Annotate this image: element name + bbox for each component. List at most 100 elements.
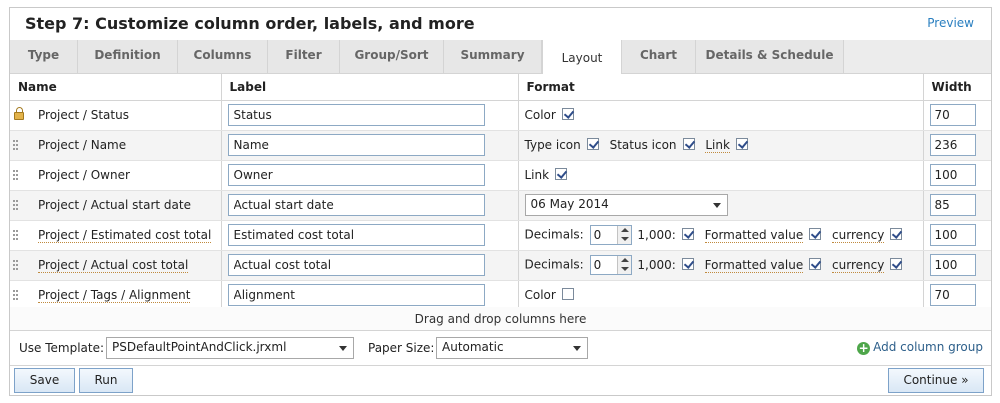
table-row[interactable]: Project / Actual cost total Decimals: 0 … [10,250,991,281]
thousands-label: 1,000: [637,257,676,272]
drag-handle-icon[interactable] [13,259,19,272]
width-input[interactable] [929,194,976,216]
page-title: Step 7: Customize column order, labels, … [25,14,475,33]
row-label-cell [221,280,519,311]
drag-handle-icon[interactable] [13,289,19,302]
label-input[interactable] [227,284,485,306]
table-row[interactable]: Project / Tags / Alignment Color [10,280,991,311]
tab-details-schedule[interactable]: Details & Schedule [696,40,844,73]
tab-columns[interactable]: Columns [178,40,268,73]
type-icon-checkbox[interactable] [586,138,599,150]
row-label-cell [221,100,519,131]
row-name-cell: Project / Owner [10,160,222,191]
row-name: Project / Estimated cost total [38,228,212,243]
drag-handle-icon[interactable] [13,139,19,152]
table-row[interactable]: Project / Owner Link [10,160,991,191]
tab-filter[interactable]: Filter [268,40,340,73]
width-input[interactable] [929,254,976,276]
currency-checkbox[interactable] [890,227,903,240]
width-input[interactable] [929,104,976,126]
add-circle-icon: + [857,341,871,355]
row-name-cell: Project / Tags / Alignment [10,280,222,311]
row-label-cell [221,250,519,281]
thousands-checkbox[interactable] [681,257,694,270]
link-label: Link [524,168,550,182]
decimals-value: 0 [593,258,602,272]
currency-checkbox[interactable] [890,257,903,270]
column-header-name: Name [10,74,222,101]
tab-type[interactable]: Type [10,40,78,73]
formatted-value-checkbox[interactable] [809,227,822,240]
thousands-label: 1,000: [637,227,676,242]
dropdown-arrow-icon [339,346,347,351]
label-input[interactable] [227,104,485,126]
date-format-select[interactable]: 06 May 2014 [524,194,728,216]
label-input[interactable] [227,164,485,186]
table-row[interactable]: Project / Estimated cost total Decimals:… [10,220,991,251]
row-format-cell: Decimals: 0 1,000: Formatted value curre… [518,220,924,251]
color-checkbox[interactable] [561,108,574,120]
template-label: Use Template: [19,341,105,355]
paper-size-select[interactable]: Automatic [436,337,588,359]
thousands-checkbox[interactable] [681,227,694,240]
tab-definition[interactable]: Definition [78,40,178,73]
template-select[interactable]: PSDefaultPointAndClick.jrxml [106,337,354,359]
preview-link[interactable]: Preview [927,16,974,30]
spinner-arrows-icon[interactable] [616,256,631,274]
wizard-panel: Step 7: Customize column order, labels, … [9,7,992,396]
formatted-value-checkbox[interactable] [809,257,822,270]
lock-icon [14,106,24,120]
label-input[interactable] [227,224,485,246]
column-drop-zone[interactable]: Drag and drop columns here [10,307,991,331]
decimals-stepper[interactable]: 0 [589,225,632,245]
label-input[interactable] [227,134,485,156]
add-column-group-button[interactable]: + Add column group [857,340,983,355]
decimals-stepper[interactable]: 0 [589,255,632,275]
continue-button[interactable]: Continue » [888,368,984,393]
tab-summary[interactable]: Summary [444,40,542,73]
row-width-cell [923,220,991,251]
status-icon-checkbox[interactable] [682,138,695,150]
width-input[interactable] [929,134,976,156]
color-checkbox[interactable] [561,288,574,300]
row-label-cell [221,130,519,161]
row-label-cell [221,190,519,221]
row-format-cell: Link [518,160,924,191]
tab-group-sort[interactable]: Group/Sort [340,40,444,73]
button-bar: Save Run Continue » [10,366,991,396]
link-label: Link [705,138,730,153]
decimals-value: 0 [593,228,602,242]
color-label: Color [524,288,556,302]
link-checkbox[interactable] [735,138,748,150]
drag-handle-icon[interactable] [13,169,19,182]
drag-handle-icon[interactable] [13,229,19,242]
row-width-cell [923,190,991,221]
dropdown-arrow-icon [712,203,721,208]
row-width-cell [923,160,991,191]
label-input[interactable] [227,194,485,216]
table-header-row: Name Label Format Width [10,74,991,101]
color-label: Color [524,108,556,122]
table-row[interactable]: Project / Actual start date 06 May 2014 [10,190,991,221]
drag-handle-icon[interactable] [13,199,19,212]
link-checkbox[interactable] [555,168,568,180]
table-row[interactable]: Project / Name Type icon Status icon Lin… [10,130,991,161]
row-format-cell: Decimals: 0 1,000: Formatted value curre… [518,250,924,281]
width-input[interactable] [929,224,976,246]
row-format-cell: Color [518,100,924,131]
row-width-cell [923,130,991,161]
currency-label: currency [832,257,885,273]
row-width-cell [923,280,991,311]
row-name: Project / Actual cost total [38,258,189,273]
label-input[interactable] [227,254,485,276]
width-input[interactable] [929,284,976,306]
row-name: Project / Actual start date [38,198,191,212]
spinner-arrows-icon[interactable] [616,226,631,244]
tab-layout[interactable]: Layout [542,40,622,75]
save-button[interactable]: Save [14,368,75,393]
width-input[interactable] [929,164,976,186]
tab-chart[interactable]: Chart [622,40,696,73]
run-button[interactable]: Run [79,368,133,393]
wizard-tabs: Type Definition Columns Filter Group/Sor… [10,40,991,75]
type-icon-label: Type icon [524,138,581,152]
